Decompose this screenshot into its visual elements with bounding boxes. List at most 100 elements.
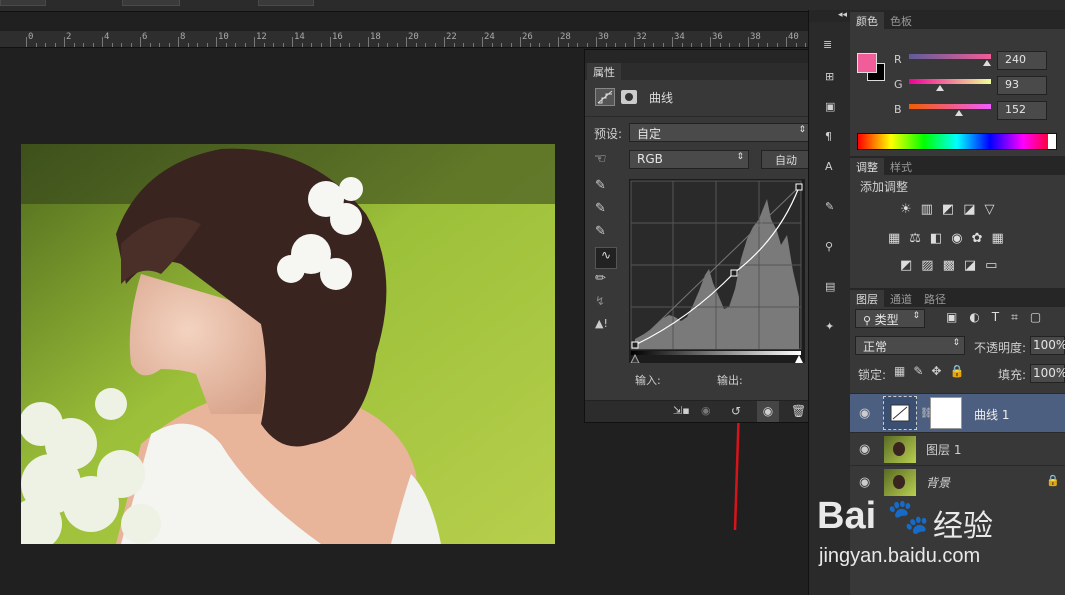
- option-field[interactable]: [0, 0, 46, 6]
- slider-thumb[interactable]: [983, 60, 992, 66]
- ruler-tick: [748, 37, 749, 47]
- layer-name[interactable]: 背景: [926, 474, 950, 491]
- ruler-tick: [795, 43, 797, 47]
- ruler-tick: [149, 43, 151, 47]
- slider-thumb[interactable]: [955, 110, 964, 116]
- adjustment-icons-row-3[interactable]: ◩▨▩◪▭: [900, 258, 1030, 273]
- gray-eyedropper-icon[interactable]: ✎: [595, 201, 617, 224]
- tab-paths[interactable]: 路径: [918, 290, 952, 307]
- tab-styles[interactable]: 样式: [884, 158, 918, 175]
- ruler-tick: [444, 37, 445, 47]
- color-tabs: 颜色 色板: [850, 10, 1065, 29]
- blend-mode-dropdown[interactable]: 正常 ⇕: [855, 336, 965, 355]
- dock-icon[interactable]: ≣: [823, 38, 832, 51]
- ruler-label: 22: [446, 32, 457, 42]
- layer-filter-dropdown[interactable]: ⚲ 类型 ⇕: [855, 309, 925, 328]
- dock-collapse-icon[interactable]: ◂◂: [809, 10, 851, 22]
- adjustment-icons-row-1[interactable]: ☀▥◩◪▽: [900, 202, 1030, 217]
- dock-icon[interactable]: ✦: [825, 320, 834, 333]
- foreground-color-swatch[interactable]: [857, 53, 877, 73]
- ruler-tick: [653, 43, 654, 47]
- tab-swatches[interactable]: 色板: [884, 12, 918, 29]
- layer-row-background[interactable]: ◉ 背景 🔒: [850, 465, 1065, 498]
- fill-field[interactable]: 100%: [1030, 364, 1065, 383]
- visibility-icon[interactable]: ◉: [757, 401, 779, 422]
- properties-panel: ◂◂ ✕ 属性 ▾≡ 曲线 预设: 自定 ⇕ ☜ RGB ⇕ 自动 ✎ ✎ ✎ …: [584, 48, 834, 423]
- ruler-tick: [510, 43, 512, 47]
- ruler-tick: [757, 43, 759, 47]
- ruler-label: 26: [522, 32, 533, 42]
- pencil-icon[interactable]: ✏: [595, 271, 617, 294]
- layer-row-curves[interactable]: ◉ ⛓ 曲线 1: [850, 393, 1065, 432]
- clip-to-layer-icon[interactable]: ⇲▪: [673, 404, 690, 417]
- ruler-tick: [539, 43, 540, 47]
- layer-name[interactable]: 曲线 1: [974, 406, 1009, 423]
- ruler-tick: [35, 43, 37, 47]
- view-previous-icon[interactable]: ◉: [701, 404, 711, 417]
- delete-icon[interactable]: 🗑: [791, 404, 806, 418]
- clipping-warning-icon[interactable]: ▲!: [595, 317, 617, 340]
- layer-name[interactable]: 图层 1: [926, 441, 961, 458]
- ruler-tick: [406, 37, 407, 47]
- ruler-tick: [263, 43, 265, 47]
- curve-point-tool-icon[interactable]: ∿: [595, 247, 617, 269]
- adjustment-icons-row-2[interactable]: ▦⚖◧◉✿▦: [888, 231, 1038, 246]
- dock-icon[interactable]: A: [825, 160, 833, 173]
- lock-icons[interactable]: ▦✎✥🔒: [894, 364, 974, 378]
- ruler-tick: [634, 37, 635, 47]
- channel-slider[interactable]: [909, 54, 991, 59]
- ruler-label: 28: [560, 32, 571, 42]
- curves-icon[interactable]: [595, 88, 615, 106]
- white-eyedropper-icon[interactable]: ✎: [595, 224, 617, 247]
- ruler-tick: [501, 43, 502, 47]
- layer-filter-icons[interactable]: ▣◐T⌗▢: [946, 310, 1061, 325]
- reset-icon[interactable]: ↺: [731, 404, 741, 418]
- dock-icon[interactable]: ▤: [825, 280, 835, 293]
- smooth-icon[interactable]: ↯: [595, 294, 617, 317]
- targeted-adjust-icon[interactable]: ☜: [594, 151, 607, 167]
- dock-icon[interactable]: ¶: [825, 130, 832, 143]
- ruler-tick: [216, 37, 217, 47]
- ruler-tick: [738, 43, 740, 47]
- ruler-tick: [26, 37, 27, 47]
- tab-layers[interactable]: 图层: [850, 290, 884, 307]
- dock-icon[interactable]: ▣: [825, 100, 835, 113]
- layer-row-layer1[interactable]: ◉ 图层 1: [850, 432, 1065, 465]
- channel-value-field[interactable]: 93: [997, 76, 1047, 95]
- slider-thumb[interactable]: [935, 85, 944, 91]
- watermark-brand: Bai: [817, 495, 877, 537]
- channel-slider[interactable]: [909, 104, 991, 109]
- eye-icon[interactable]: ◉: [859, 406, 870, 421]
- tab-properties[interactable]: 属性: [587, 63, 621, 80]
- tab-adjustments[interactable]: 调整: [850, 158, 884, 175]
- option-field[interactable]: [122, 0, 180, 6]
- opacity-field[interactable]: 100%: [1030, 336, 1065, 355]
- dock-icon[interactable]: ⚲: [825, 240, 833, 253]
- lock-icon: 🔒: [1046, 474, 1060, 487]
- channel-dropdown[interactable]: RGB ⇕: [629, 150, 749, 169]
- ruler-tick: [349, 43, 350, 47]
- ruler-label: 12: [256, 32, 267, 42]
- layer-mask-thumbnail[interactable]: [930, 397, 962, 429]
- mask-icon[interactable]: [621, 90, 637, 104]
- channel-value-field[interactable]: 240: [997, 51, 1047, 70]
- preset-dropdown[interactable]: 自定 ⇕: [629, 123, 811, 142]
- color-spectrum[interactable]: [857, 133, 1057, 150]
- eye-icon[interactable]: ◉: [859, 442, 870, 457]
- output-label: 输出:: [717, 374, 743, 387]
- curves-graph[interactable]: [629, 179, 805, 363]
- ruler-tick: [73, 43, 75, 47]
- channel-value-field[interactable]: 152: [997, 101, 1047, 120]
- dock-icon[interactable]: ⊞: [825, 70, 834, 83]
- channel-slider[interactable]: [909, 79, 991, 84]
- ruler-tick: [387, 43, 388, 47]
- ruler-tick: [92, 43, 94, 47]
- dock-icon[interactable]: ✎: [825, 200, 834, 213]
- auto-button[interactable]: 自动: [761, 150, 811, 169]
- tab-color[interactable]: 颜色: [850, 12, 884, 29]
- option-field[interactable]: [258, 0, 314, 6]
- eye-icon[interactable]: ◉: [859, 475, 870, 490]
- tab-channels[interactable]: 通道: [884, 290, 918, 307]
- dropdown-arrow-icon: ⇕: [952, 338, 960, 348]
- black-eyedropper-icon[interactable]: ✎: [595, 178, 617, 201]
